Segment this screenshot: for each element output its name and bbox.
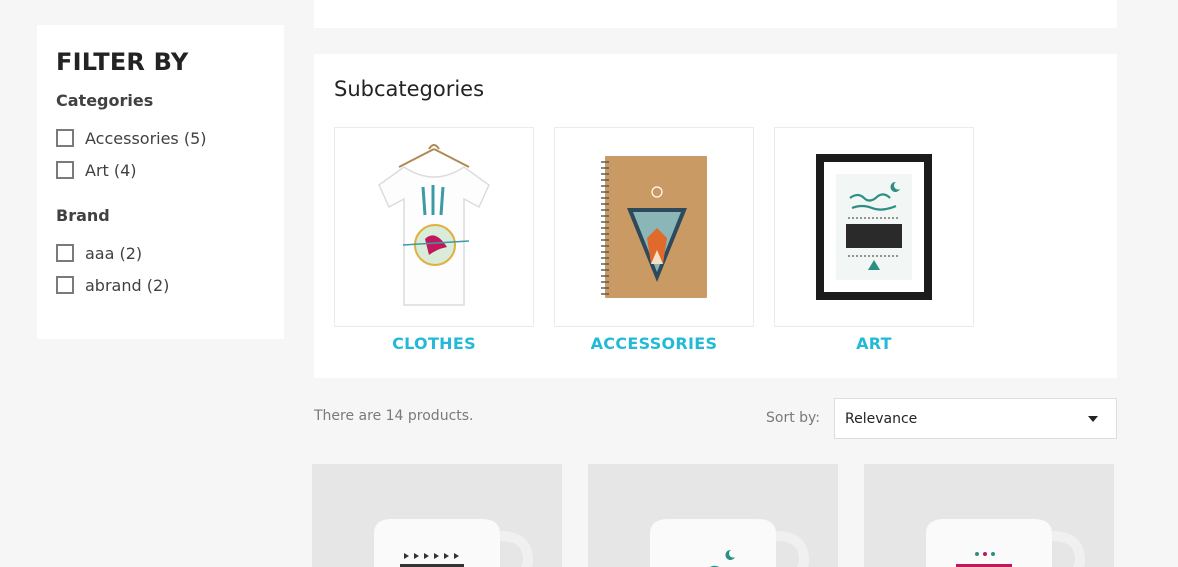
checkbox[interactable] (56, 161, 74, 179)
subcategory-name[interactable]: ACCESSORIES (554, 334, 754, 353)
facet-item-art[interactable]: Art (4) (56, 154, 266, 186)
category-page: FILTER BY Categories Accessories (5) Art… (0, 0, 1178, 567)
subcategory-accessories[interactable]: ACCESSORIES (554, 127, 754, 353)
filter-panel: FILTER BY Categories Accessories (5) Art… (37, 25, 284, 339)
caret-down-icon (1088, 416, 1098, 422)
subcategory-image[interactable] (554, 127, 754, 327)
facet-item-label: aaa (2) (85, 243, 143, 263)
checkbox[interactable] (56, 244, 74, 262)
filter-title: FILTER BY (56, 48, 189, 76)
subcategories-section: Subcategories CLOTHES ACCESSORIES ART (314, 54, 1117, 378)
mug-image (926, 519, 1086, 567)
facet-categories: Categories Accessories (5) Art (4) (56, 93, 266, 186)
subcategory-art[interactable]: ART (774, 127, 974, 353)
facet-categories-title: Categories (56, 91, 154, 110)
mug-image (650, 519, 810, 567)
product-card[interactable] (312, 464, 562, 567)
checkbox[interactable] (56, 276, 74, 294)
subcategory-name[interactable]: ART (774, 334, 974, 353)
notebook-icon (601, 156, 707, 298)
category-header-strip (314, 0, 1117, 28)
product-card[interactable] (588, 464, 838, 567)
facet-item-abrand[interactable]: abrand (2) (56, 269, 266, 301)
sort-label: Sort by: (766, 410, 821, 426)
facet-item-label: Art (4) (85, 160, 137, 180)
subcategory-image[interactable] (774, 127, 974, 327)
subcategories-title: Subcategories (334, 77, 485, 101)
facet-item-label: abrand (2) (85, 275, 170, 295)
facet-brand-list: aaa (2) abrand (2) (56, 237, 266, 301)
facet-item-aaa[interactable]: aaa (2) (56, 237, 266, 269)
sort-select[interactable]: Relevance (834, 398, 1117, 439)
facet-item-accessories[interactable]: Accessories (5) (56, 122, 266, 154)
facet-brand-title: Brand (56, 206, 110, 225)
framed-poster-icon (816, 154, 932, 300)
subcategory-image[interactable] (334, 127, 534, 327)
mug-image (374, 519, 534, 567)
subcategory-clothes[interactable]: CLOTHES (334, 127, 534, 353)
facet-categories-list: Accessories (5) Art (4) (56, 122, 266, 186)
facet-item-label: Accessories (5) (85, 128, 207, 148)
facet-brand: Brand aaa (2) abrand (2) (56, 208, 266, 301)
tshirt-icon (378, 144, 490, 306)
checkbox[interactable] (56, 129, 74, 147)
products-count: There are 14 products. (314, 408, 474, 424)
sort-select-value: Relevance (845, 410, 918, 427)
product-card[interactable] (864, 464, 1114, 567)
subcategory-name[interactable]: CLOTHES (334, 334, 534, 353)
